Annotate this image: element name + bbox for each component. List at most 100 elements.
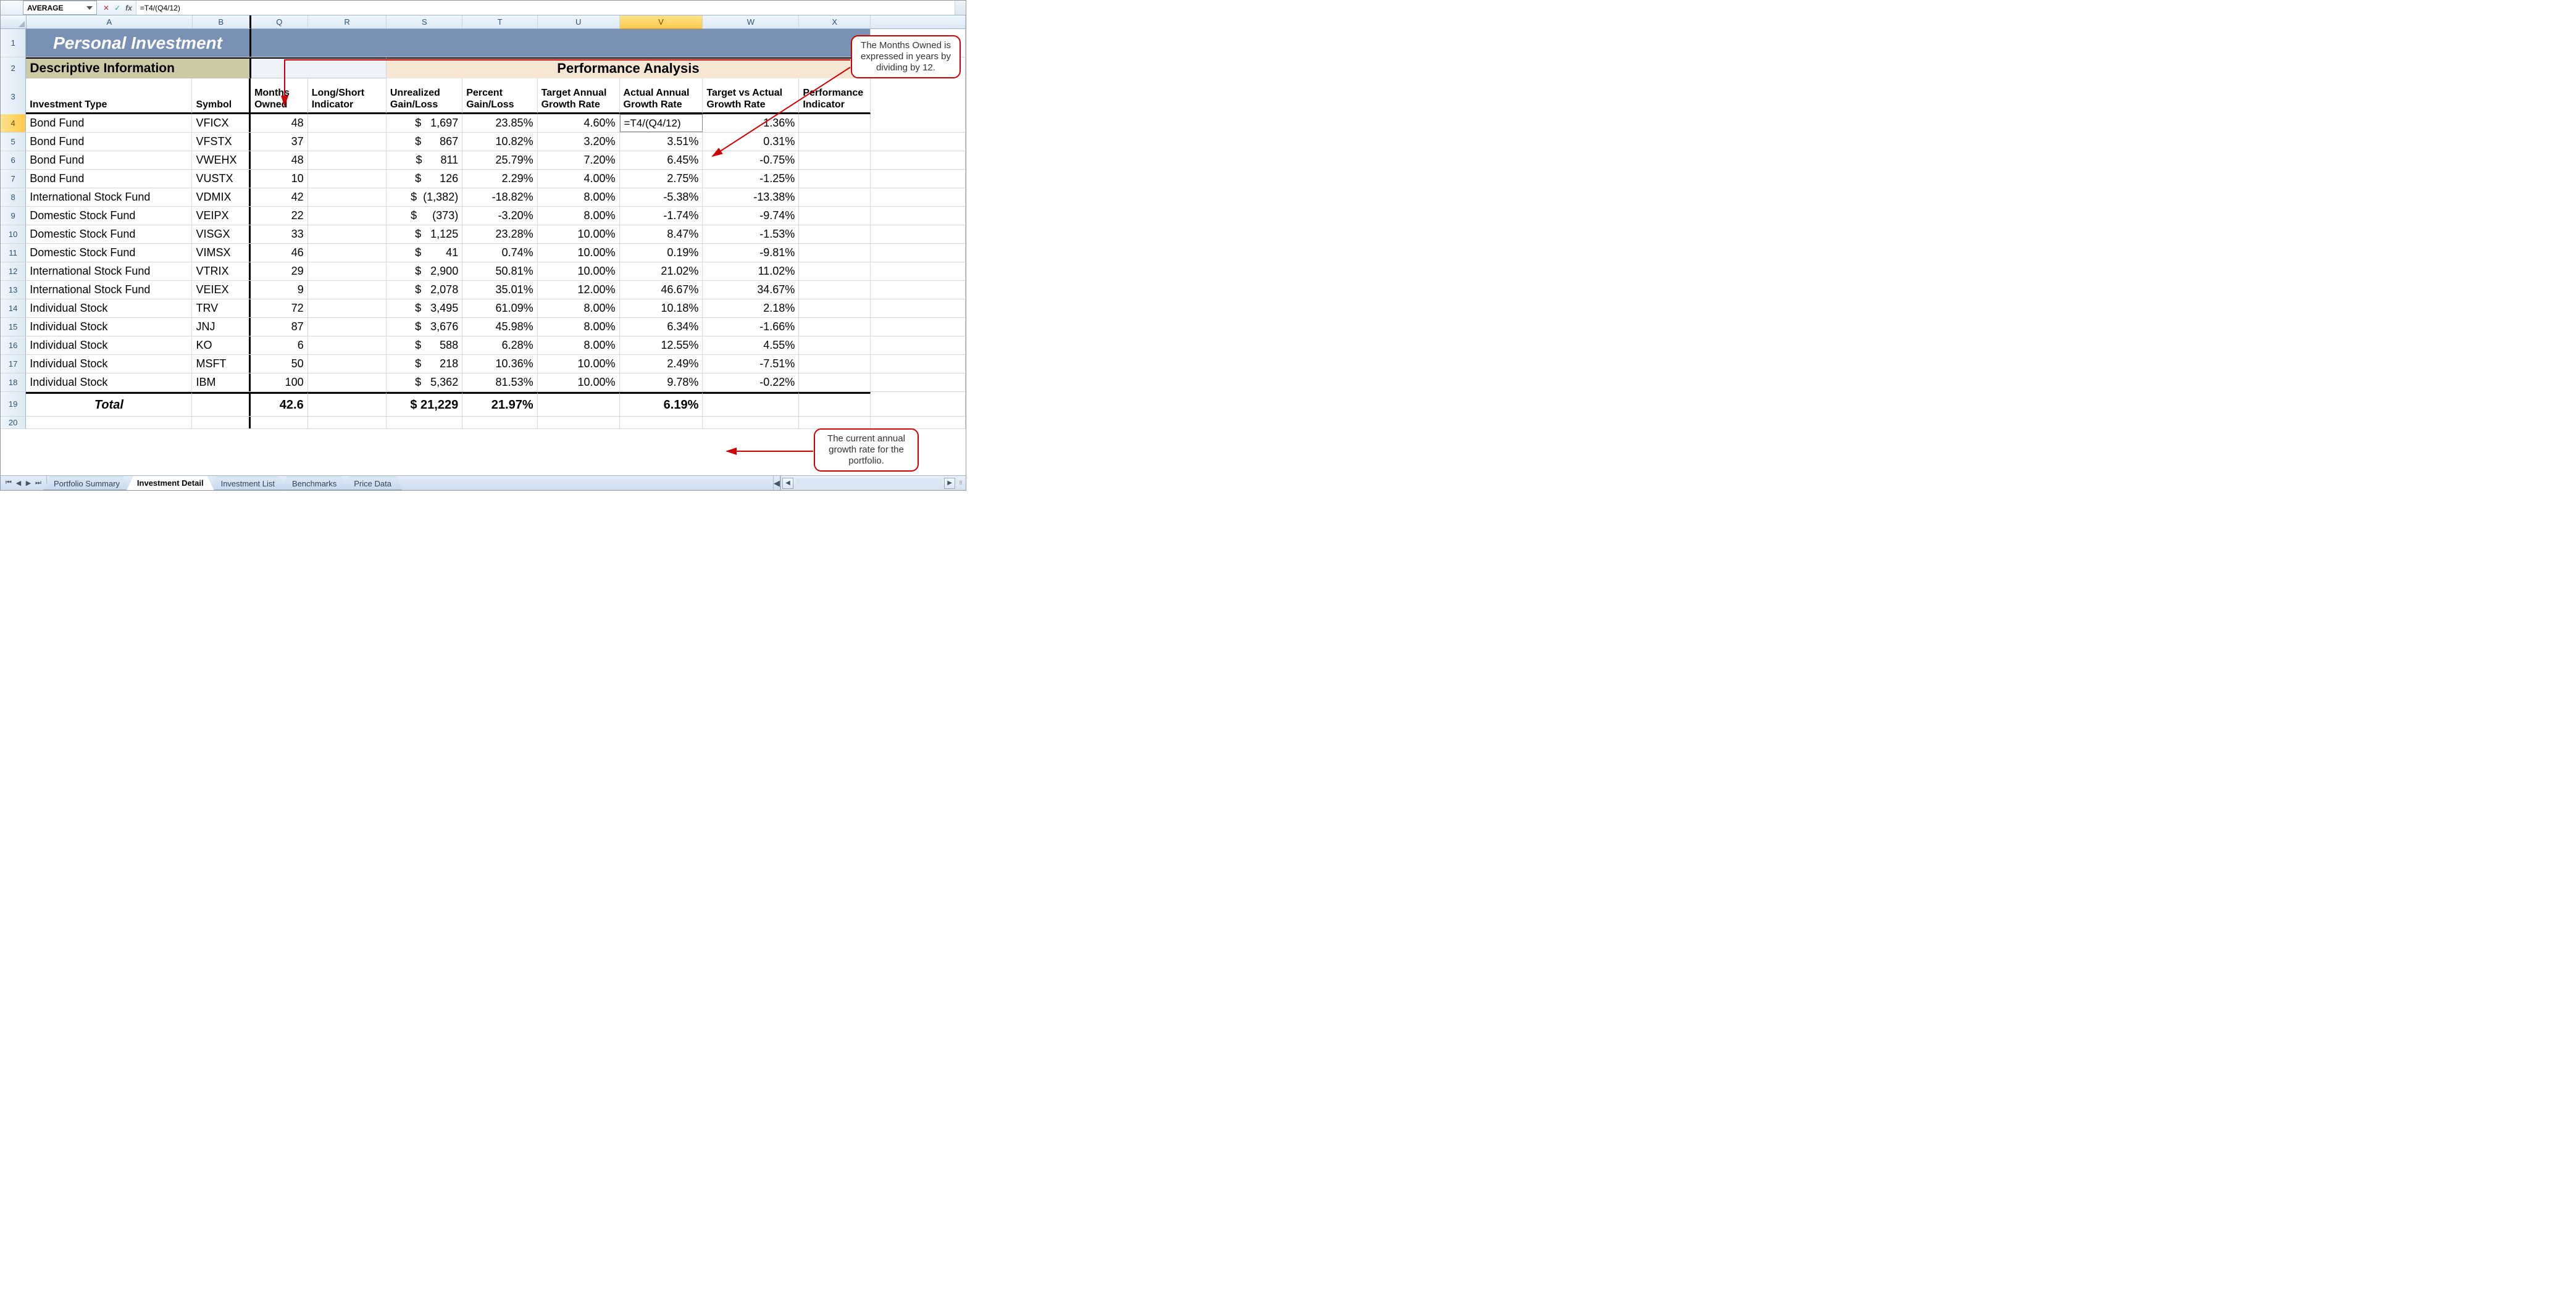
cell-months-owned[interactable]: 87 [251,318,308,336]
cell-symbol[interactable]: VWEHX [192,151,251,169]
resize-grip-icon[interactable]: ⠿ [956,480,966,486]
cell-target-rate[interactable]: 7.20% [538,151,620,169]
cell-target-rate[interactable]: 12.00% [538,281,620,299]
cell-long-short[interactable] [308,373,387,391]
cell-months-owned[interactable]: 6 [251,336,308,354]
cell-symbol[interactable]: VEIEX [192,281,251,299]
cell-unrealized[interactable]: $ (1,382) [387,188,462,206]
cell-investment-type[interactable]: Bond Fund [26,133,192,151]
hdr-perf-indicator[interactable]: Performance Indicator [799,78,871,114]
cell-actual-rate[interactable]: -1.74% [620,207,703,225]
cell-symbol[interactable]: VISGX [192,225,251,243]
cell-perf-indicator[interactable] [799,151,871,169]
cell-percent-gl[interactable]: 10.82% [462,133,537,151]
sheet-tab[interactable]: Investment List [211,477,285,490]
cell-unrealized[interactable]: $ 3,495 [387,299,462,317]
cell-R20[interactable] [308,417,387,428]
horizontal-scrollbar[interactable]: ◀ ▶ ⠿ [780,476,966,490]
cell-perf-indicator[interactable] [799,373,871,391]
total-T[interactable]: 21.97% [462,392,537,416]
cell-investment-type[interactable]: Individual Stock [26,373,192,391]
total-B[interactable] [192,392,251,416]
hdr-actual-rate[interactable]: Actual Annual Growth Rate [620,78,703,114]
cell-perf-indicator[interactable] [799,299,871,317]
row-header-10[interactable]: 10 [1,225,26,243]
cell-blank[interactable] [871,355,966,373]
cell-percent-gl[interactable]: 23.85% [462,114,537,132]
cell-actual-rate[interactable]: 9.78% [620,373,703,391]
col-header-B[interactable]: B [193,15,251,29]
sheet-tab[interactable]: Price Data [343,477,402,490]
cell-unrealized[interactable]: $ 1,697 [387,114,462,132]
cell-long-short[interactable] [308,262,387,280]
cell-blank[interactable] [871,281,966,299]
cell-blank[interactable] [871,133,966,151]
cell-investment-type[interactable]: Domestic Stock Fund [26,207,192,225]
enter-icon[interactable]: ✓ [114,4,120,12]
cell-actual-rate[interactable]: 2.75% [620,170,703,188]
cell-investment-type[interactable]: Individual Stock [26,318,192,336]
name-box[interactable]: AVERAGE [23,1,97,15]
row-header-8[interactable]: 8 [1,188,26,206]
cell-months-owned[interactable]: 50 [251,355,308,373]
cell-investment-type[interactable]: Bond Fund [26,151,192,169]
cell-U20[interactable] [538,417,620,428]
cell-perf-indicator[interactable] [799,336,871,354]
cell-unrealized[interactable]: $ (373) [387,207,462,225]
tab-nav-first-icon[interactable]: ⏮ [4,479,13,487]
row-header-2[interactable]: 2 [1,57,26,78]
row-header-4[interactable]: 4 [1,114,26,132]
cell-symbol[interactable]: KO [192,336,251,354]
cell-symbol[interactable]: VUSTX [192,170,251,188]
sheet-tab[interactable]: Benchmarks [282,477,347,490]
cell-target-rate[interactable]: 8.00% [538,299,620,317]
cell-W20[interactable] [703,417,799,428]
cell-blank[interactable] [871,188,966,206]
row-header-5[interactable]: 5 [1,133,26,151]
cell-blank[interactable] [871,170,966,188]
cell-blank[interactable] [871,392,966,416]
row-header-6[interactable]: 6 [1,151,26,169]
sheet-tab[interactable]: Investment Detail [127,476,214,490]
row-header-18[interactable]: 18 [1,373,26,391]
cell-X20[interactable] [799,417,871,428]
cell-symbol[interactable]: TRV [192,299,251,317]
cell-actual-rate[interactable]: 46.67% [620,281,703,299]
cell-target-rate[interactable]: 10.00% [538,262,620,280]
cell-long-short[interactable] [308,336,387,354]
total-S[interactable]: $ 21,229 [387,392,462,416]
hdr-symbol[interactable]: Symbol [192,78,251,114]
cell-percent-gl[interactable]: 6.28% [462,336,537,354]
cell-unrealized[interactable]: $ 2,078 [387,281,462,299]
cell-unrealized[interactable]: $ 2,900 [387,262,462,280]
col-header-S[interactable]: S [387,15,462,29]
cell-perf-indicator[interactable] [799,188,871,206]
cell-unrealized[interactable]: $ 1,125 [387,225,462,243]
cell-blank[interactable] [871,417,966,428]
tab-nav-prev-icon[interactable]: ◀ [14,479,23,487]
cell-blank[interactable] [871,244,966,262]
cell-tva-rate[interactable]: -0.22% [703,373,799,391]
row-header-17[interactable]: 17 [1,355,26,373]
cell-perf-indicator[interactable] [799,355,871,373]
cell-investment-type[interactable]: Domestic Stock Fund [26,244,192,262]
performance-header[interactable]: Performance Analysis [387,57,870,78]
cell-actual-rate[interactable]: 2.49% [620,355,703,373]
cell-blank[interactable] [871,225,966,243]
cell-perf-indicator[interactable] [799,262,871,280]
cell-symbol[interactable]: VDMIX [192,188,251,206]
cell-percent-gl[interactable]: 2.29% [462,170,537,188]
cell-investment-type[interactable]: Individual Stock [26,355,192,373]
cell-long-short[interactable] [308,299,387,317]
formula-bar-expand[interactable] [955,1,966,15]
total-X[interactable] [799,392,871,416]
cell-perf-indicator[interactable] [799,281,871,299]
cell-perf-indicator[interactable] [799,244,871,262]
cell-investment-type[interactable]: Domestic Stock Fund [26,225,192,243]
cell-percent-gl[interactable]: 23.28% [462,225,537,243]
cell-actual-rate[interactable]: 3.51% [620,133,703,151]
cell-months-owned[interactable]: 46 [251,244,308,262]
cell-symbol[interactable]: VFICX [192,114,251,132]
cell-long-short[interactable] [308,151,387,169]
scroll-left-icon[interactable]: ◀ [782,478,793,489]
